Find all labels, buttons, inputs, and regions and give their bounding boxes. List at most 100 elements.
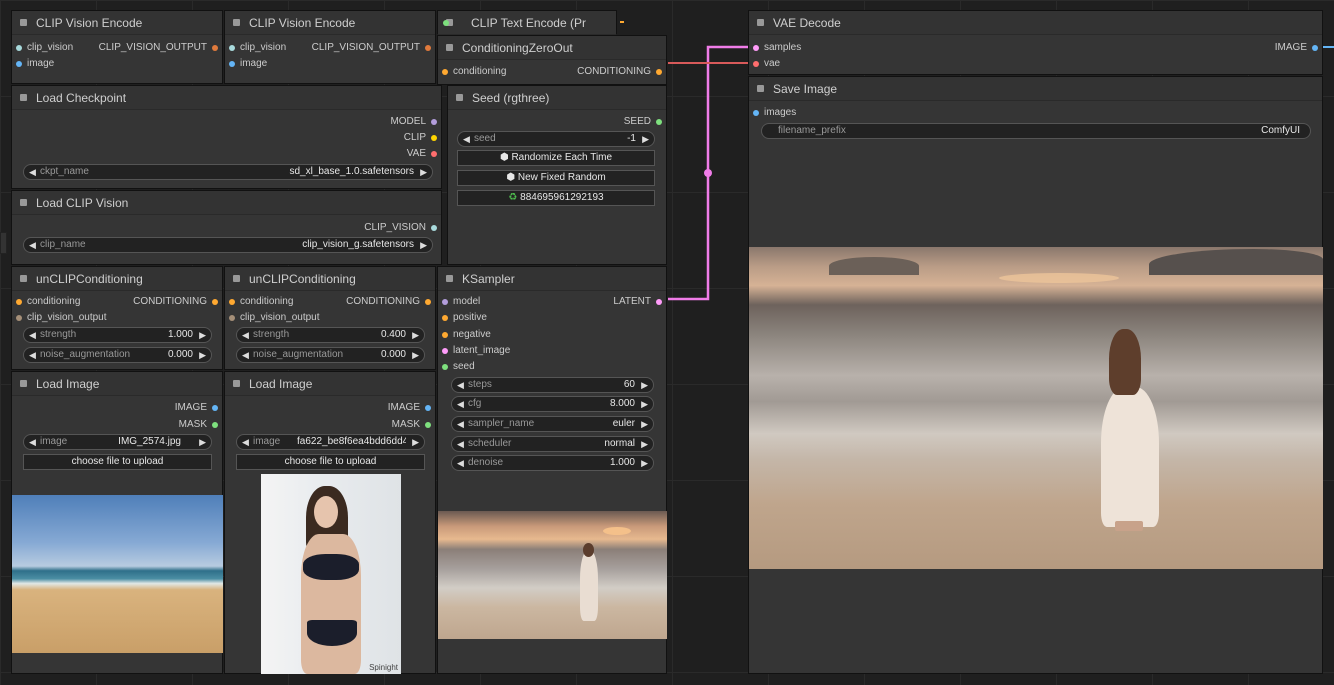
output-image[interactable]: IMAGE: [1242, 41, 1322, 55]
arrow-right-icon[interactable]: ▶: [412, 435, 419, 449]
node-unclip-conditioning-1[interactable]: unCLIPConditioning conditioning clip_vis…: [11, 266, 223, 370]
node-load-clip-vision[interactable]: Load CLIP Vision CLIP_VISION ◀ clip_name…: [11, 190, 442, 265]
input-samples[interactable]: samples: [749, 41, 849, 55]
output-dot[interactable]: [212, 405, 218, 411]
ckpt-name-combo[interactable]: ◀ ckpt_name sd_xl_base_1.0.safetensors ▶: [23, 164, 433, 180]
output-clip-vision-output[interactable]: CLIP_VISION_OUTPUT: [305, 41, 435, 55]
arrow-right-icon[interactable]: ▶: [199, 348, 206, 362]
node-load-image-1[interactable]: Load Image IMAGE MASK ◀ image IMG_2574.j…: [11, 371, 223, 674]
node-title[interactable]: Seed (rgthree): [448, 86, 666, 110]
output-model[interactable]: MODEL: [361, 115, 441, 129]
arrow-left-icon[interactable]: ◀: [29, 435, 36, 449]
input-dot[interactable]: [229, 299, 235, 305]
arrow-right-icon[interactable]: ▶: [420, 238, 427, 252]
node-title[interactable]: unCLIPConditioning: [225, 267, 435, 291]
input-conditioning[interactable]: conditioning: [438, 65, 538, 79]
strength-widget[interactable]: ◀ strength 0.400 ▶: [236, 327, 425, 343]
output-seed[interactable]: SEED: [586, 115, 666, 129]
arrow-left-icon[interactable]: ◀: [457, 456, 464, 470]
randomize-each-time-button[interactable]: ⬢ Randomize Each Time: [457, 150, 655, 166]
input-dot[interactable]: [16, 61, 22, 67]
strength-widget[interactable]: ◀ strength 1.000 ▶: [23, 327, 212, 343]
node-unclip-conditioning-2[interactable]: unCLIPConditioning conditioning clip_vis…: [224, 266, 436, 370]
arrow-left-icon[interactable]: ◀: [242, 348, 249, 362]
output-clip-vision-output[interactable]: CLIP_VISION_OUTPUT: [92, 41, 222, 55]
input-dot[interactable]: [442, 315, 448, 321]
output-dot[interactable]: [425, 299, 431, 305]
input-dot[interactable]: [16, 45, 22, 51]
node-title[interactable]: CLIP Vision Encode: [12, 11, 222, 35]
clip-name-combo[interactable]: ◀ clip_name clip_vision_g.safetensors ▶: [23, 237, 433, 253]
node-load-checkpoint[interactable]: Load Checkpoint MODEL CLIP VAE ◀ ckpt_na…: [11, 85, 442, 189]
scheduler-combo[interactable]: ◀ scheduler normal ▶: [451, 436, 654, 452]
output-mask[interactable]: MASK: [355, 418, 435, 432]
input-clip-vision-output[interactable]: clip_vision_output: [12, 311, 142, 325]
input-conditioning[interactable]: conditioning: [225, 295, 325, 309]
arrow-left-icon[interactable]: ◀: [463, 132, 470, 146]
arrow-left-icon[interactable]: ◀: [457, 397, 464, 411]
input-model[interactable]: model: [438, 295, 538, 309]
arrow-right-icon[interactable]: ▶: [420, 165, 427, 179]
output-latent[interactable]: LATENT: [586, 295, 666, 309]
input-seed[interactable]: seed: [438, 360, 538, 374]
arrow-right-icon[interactable]: ▶: [199, 328, 206, 342]
input-dot[interactable]: [753, 45, 759, 51]
use-last-seed-button[interactable]: ♻ 884695961292193: [457, 190, 655, 206]
input-conditioning[interactable]: conditioning: [12, 295, 112, 309]
output-dot[interactable]: [212, 299, 218, 305]
node-title[interactable]: Load Checkpoint: [12, 86, 441, 110]
arrow-left-icon[interactable]: ◀: [29, 238, 36, 252]
arrow-right-icon[interactable]: ▶: [412, 348, 419, 362]
node-title[interactable]: Load CLIP Vision: [12, 191, 441, 215]
input-dot[interactable]: [442, 69, 448, 75]
output-dot[interactable]: [656, 299, 662, 305]
seed-number-widget[interactable]: ◀ seed -1 ▶: [457, 131, 655, 147]
arrow-left-icon[interactable]: ◀: [242, 435, 249, 449]
input-vae[interactable]: vae: [749, 57, 849, 71]
input-dot[interactable]: [442, 299, 448, 305]
arrow-left-icon[interactable]: ◀: [242, 328, 249, 342]
input-dot[interactable]: [229, 45, 235, 51]
output-dot[interactable]: [212, 422, 218, 428]
arrow-right-icon[interactable]: ▶: [412, 328, 419, 342]
input-dot[interactable]: [753, 110, 759, 116]
input-dot[interactable]: [16, 315, 22, 321]
output-dot[interactable]: [425, 405, 431, 411]
arrow-right-icon[interactable]: ▶: [641, 437, 648, 451]
arrow-left-icon[interactable]: ◀: [457, 378, 464, 392]
output-clip-vision[interactable]: CLIP_VISION: [341, 221, 441, 235]
output-conditioning[interactable]: CONDITIONING: [556, 65, 666, 79]
input-dot[interactable]: [442, 364, 448, 370]
arrow-right-icon[interactable]: ▶: [641, 456, 648, 470]
output-dot[interactable]: [212, 45, 218, 51]
node-save-image[interactable]: Save Image images filename_prefix ComfyU…: [748, 76, 1323, 674]
arrow-right-icon[interactable]: ▶: [199, 435, 206, 449]
input-latent-image[interactable]: latent_image: [438, 344, 538, 358]
input-dot[interactable]: [229, 315, 235, 321]
output-clip[interactable]: CLIP: [361, 131, 441, 145]
output-conditioning[interactable]: CONDITIONING: [335, 295, 435, 309]
input-clip-vision-output[interactable]: clip_vision_output: [225, 311, 355, 325]
arrow-right-icon[interactable]: ▶: [642, 132, 649, 146]
node-clip-vision-encode-1[interactable]: CLIP Vision Encode clip_vision image CLI…: [11, 10, 223, 84]
output-dot[interactable]: [425, 422, 431, 428]
arrow-right-icon[interactable]: ▶: [641, 378, 648, 392]
output-dot[interactable]: [431, 225, 437, 231]
input-dot[interactable]: [442, 348, 448, 354]
node-ksampler[interactable]: KSampler model positive negative latent_…: [437, 266, 667, 674]
new-fixed-random-button[interactable]: ⬢ New Fixed Random: [457, 170, 655, 186]
input-dot[interactable]: [442, 332, 448, 338]
output-image[interactable]: IMAGE: [142, 401, 222, 415]
steps-widget[interactable]: ◀ steps 60 ▶: [451, 377, 654, 393]
output-dot[interactable]: [1312, 45, 1318, 51]
node-title[interactable]: KSampler: [438, 267, 666, 291]
input-image[interactable]: image: [12, 57, 112, 71]
denoise-widget[interactable]: ◀ denoise 1.000 ▶: [451, 455, 654, 471]
sampler-name-combo[interactable]: ◀ sampler_name euler ▶: [451, 416, 654, 432]
node-title[interactable]: CLIP Vision Encode: [225, 11, 435, 35]
node-title[interactable]: Load Image: [225, 372, 435, 396]
noise-augmentation-widget[interactable]: ◀ noise_augmentation 0.000 ▶: [236, 347, 425, 363]
node-title[interactable]: CLIP Text Encode (Pr: [438, 11, 616, 35]
arrow-left-icon[interactable]: ◀: [29, 165, 36, 179]
output-dot[interactable]: [431, 135, 437, 141]
